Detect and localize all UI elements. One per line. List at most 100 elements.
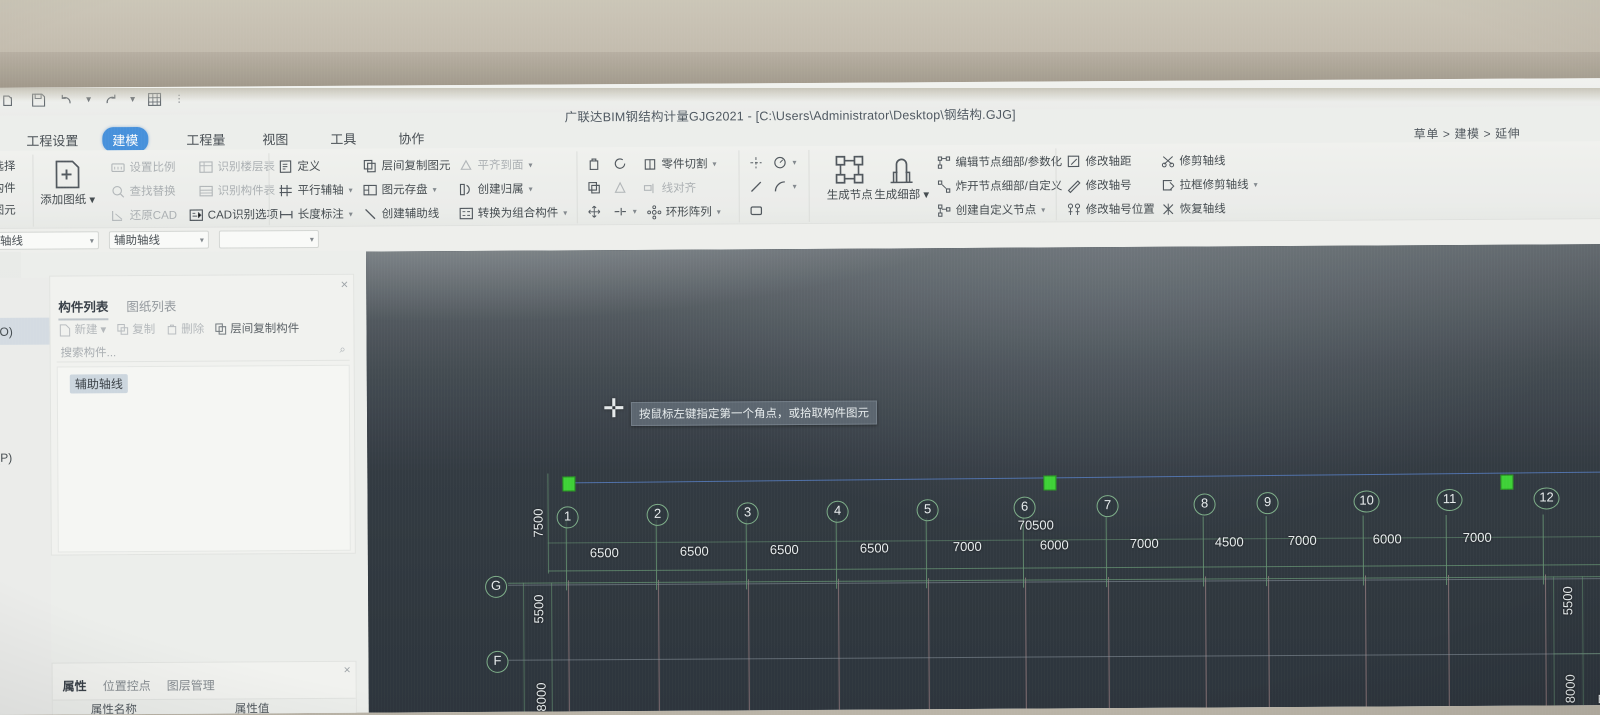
ribbon-set-scale[interactable]: 设置比例 [110,159,176,175]
axis-bubble-8[interactable]: 8 [1193,493,1216,516]
convert-caret-icon[interactable]: ▾ [563,208,567,217]
drawing-canvas[interactable]: 1 2 3 4 5 6 7 8 9 10 11 12 G F E 70500 6… [366,244,1600,713]
ribbon-line-align[interactable]: 线对齐 [643,180,697,196]
trim-caret-icon[interactable]: ▾ [633,207,637,216]
search-component-input[interactable]: 搜索构件... ⌕ [56,340,350,363]
ribbon-convert-to-combined[interactable]: 转换为组合构件 ▾ [459,204,568,221]
category-combo[interactable]: 轴线 ▾ [0,231,99,250]
undo-icon[interactable] [58,91,75,108]
ribbon-edit-axis-number-position[interactable]: 修改轴号位置 [1067,201,1155,218]
arc-caret-icon[interactable]: ▾ [793,182,797,191]
create-group-caret-icon[interactable]: ▾ [529,184,533,193]
ribbon-delete[interactable] [586,156,601,171]
selected-aux-line[interactable] [567,471,1600,484]
component-copy-button[interactable]: 复制 [116,321,155,337]
ribbon-length-dimension[interactable]: 长度标注 ▾ [279,206,353,222]
ribbon-label-element[interactable]: 图元 [0,202,16,218]
ribbon-label-member[interactable]: 构件 [0,180,16,196]
axis-bubble-1[interactable]: 1 [556,506,579,529]
ribbon-mirror[interactable] [613,180,628,195]
axis-bubble-2[interactable]: 2 [646,503,669,526]
tab-layer-management[interactable]: 图层管理 [167,677,215,694]
add-drawing-caret-icon[interactable]: ▾ [89,194,95,206]
more-icon[interactable]: ⋮ [174,94,184,105]
ribbon-cad-options[interactable]: CAD识别选项 [189,206,278,223]
tab-drawing-list[interactable]: 图纸列表 [126,296,176,320]
undo-caret-icon[interactable]: ▾ [86,94,91,105]
axis-bubble-F[interactable]: F [486,650,509,673]
ribbon-part-cut[interactable]: 零件切割 ▾ [642,156,717,172]
length-dim-caret-icon[interactable]: ▾ [349,209,353,218]
generate-detail-button[interactable]: 生成细部 ▾ [870,152,932,203]
tab-project-settings[interactable]: 工程设置 [16,127,88,152]
ribbon-label-select[interactable]: 选择 [0,158,16,174]
ribbon-create-aux-line[interactable]: 创建辅助线 [363,205,440,221]
gen-detail-caret-icon[interactable]: ▾ [923,189,929,201]
ribbon-restore-axis[interactable]: 恢复轴线 [1161,200,1226,216]
axis-bubble-11[interactable]: 11 [1436,488,1463,512]
ribbon-save-element[interactable]: 图元存盘 ▾ [363,181,437,197]
ribbon-recognize-floor-table[interactable]: 识别楼层表 [198,158,275,174]
axis-bubble-G[interactable]: G [484,575,508,598]
ribbon-draw-circle[interactable]: ▾ [772,155,797,170]
grid-icon[interactable] [146,91,163,108]
nav-item-l[interactable]: L) [0,417,50,444]
instance-combo-caret-icon[interactable]: ▾ [310,234,314,243]
ribbon-create-custom-node[interactable]: 创建自定义节点 ▾ [937,201,1046,218]
tab-properties[interactable]: 属性 [63,677,87,694]
instance-combo[interactable]: ▾ [218,229,319,249]
ribbon-draw-line[interactable] [749,179,764,194]
ribbon-edit-node-detail[interactable]: 编辑节点细部/参数化 [936,153,1062,170]
ribbon-define[interactable]: 定义 [278,158,321,174]
save-icon[interactable] [30,92,47,109]
axis-bubble-12[interactable]: 12 [1533,487,1560,510]
ribbon-draw-arc[interactable]: ▾ [773,179,797,194]
save-element-caret-icon[interactable]: ▾ [433,185,437,194]
tab-collaborate[interactable]: 协作 [388,125,434,150]
part-cut-caret-icon[interactable]: ▾ [712,159,716,168]
type-combo-caret-icon[interactable]: ▾ [200,235,204,244]
ribbon-parallel-axis[interactable]: 平行辅轴 ▾ [279,182,353,198]
axis-bubble-10[interactable]: 10 [1353,490,1380,513]
component-tree[interactable]: 辅助轴线 [56,364,351,553]
nav-item-axis[interactable]: 线(O) [0,317,50,345]
axis-bubble-7[interactable]: 7 [1096,495,1119,518]
properties-panel-close-icon[interactable]: × [344,663,351,677]
circle-caret-icon[interactable]: ▾ [792,158,796,167]
axis-bubble-9[interactable]: 9 [1256,492,1279,515]
axis-bubble-5[interactable]: 5 [916,499,939,522]
component-tree-node-aux-axis[interactable]: 辅助轴线 [69,374,128,394]
ribbon-recognize-member-table[interactable]: 识别构件表 [199,182,276,198]
custom-node-caret-icon[interactable]: ▾ [1041,205,1045,214]
redo-icon[interactable] [102,91,119,108]
axis-bubble-6[interactable]: 6 [1013,496,1036,519]
ribbon-box-trim-axis[interactable]: 拉框修剪轴线 ▾ [1161,176,1258,193]
ribbon-create-group[interactable]: 创建归属 ▾ [459,181,533,197]
tab-position-points[interactable]: 位置控点 [103,677,151,694]
ribbon-edit-axis-number[interactable]: 修改轴号 [1067,177,1132,193]
redo-caret-icon[interactable]: ▾ [130,94,135,105]
align-face-caret-icon[interactable]: ▾ [528,160,532,169]
ribbon-draw-rect[interactable] [749,203,764,218]
type-combo[interactable]: 辅助轴线 ▾ [108,230,209,250]
ribbon-trim-axis[interactable]: 修剪轴线 [1160,152,1226,168]
component-delete-button[interactable]: 删除 [165,321,204,337]
axis-bubble-4[interactable]: 4 [826,500,849,523]
tab-view[interactable]: 视图 [252,126,298,151]
search-icon[interactable]: ⌕ [339,344,345,357]
aux-line-grip-end[interactable] [1500,474,1514,490]
category-combo-caret-icon[interactable]: ▾ [90,236,94,245]
ring-array-caret-icon[interactable]: ▾ [717,207,721,216]
ribbon-restore-cad[interactable]: 还原CAD [111,207,177,223]
ribbon-trim[interactable]: ▾ [613,204,637,219]
nav-item-z[interactable]: Z) [0,390,50,417]
ribbon-copy-element-between-floors[interactable]: 层间复制图元 [362,157,451,174]
ribbon-edit-axis-spacing[interactable]: 修改轴距 [1066,153,1132,169]
ribbon-explode-node-detail[interactable]: 炸开节点细部/自定义 [937,177,1063,194]
tab-component-list[interactable]: 构件列表 [58,296,109,321]
ribbon-draw-point[interactable] [748,155,763,170]
aux-line-grip-start[interactable] [562,476,576,492]
ribbon-find-replace[interactable]: 查找替换 [111,183,176,199]
axis-bubble-3[interactable]: 3 [736,502,759,525]
ribbon-move[interactable] [587,204,602,219]
